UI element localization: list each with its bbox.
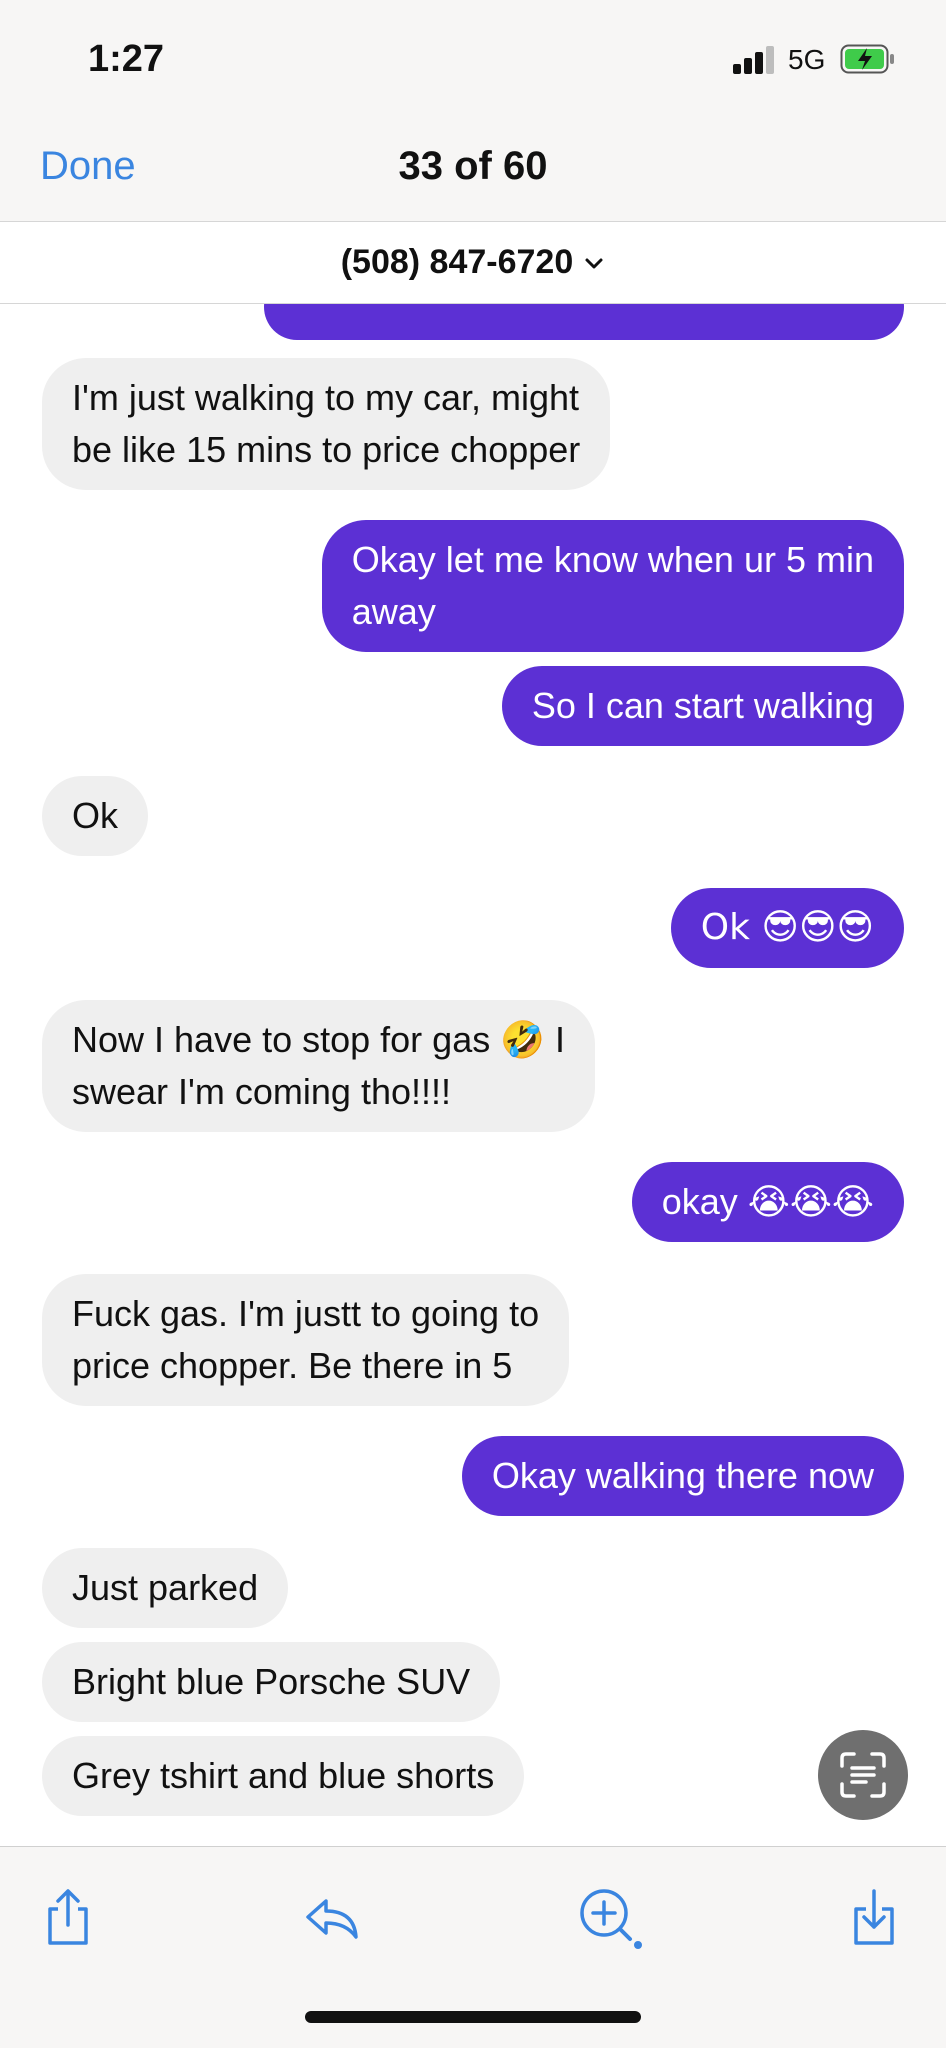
message-line: be like 15 mins to price chopper bbox=[72, 429, 581, 470]
message-thread[interactable]: I'm just walking to my car, might be lik… bbox=[0, 304, 946, 1846]
message-line: Fuck gas. I'm justt to going to bbox=[72, 1293, 540, 1334]
message-bubble: Ok bbox=[42, 776, 149, 856]
message-bubble: Grey tshirt and blue shorts bbox=[42, 1736, 525, 1816]
share-icon[interactable] bbox=[38, 1885, 98, 1949]
message-bubble: I'm just walking to my car, might be lik… bbox=[42, 358, 611, 490]
signal-icon bbox=[733, 46, 775, 74]
message-line: Okay let me know when ur 5 min bbox=[351, 539, 874, 580]
message-bubble: Fuck gas. I'm justt to going to price ch… bbox=[42, 1274, 570, 1406]
home-indicator[interactable] bbox=[305, 2011, 641, 2023]
message-line: okay 😭😭😭 bbox=[661, 1181, 874, 1222]
reply-icon[interactable] bbox=[302, 1885, 362, 1949]
text-scan-icon bbox=[840, 1752, 886, 1798]
message-bubble: Just parked bbox=[42, 1548, 289, 1628]
message-bubble: Bright blue Porsche SUV bbox=[42, 1642, 501, 1722]
battery-charging-icon bbox=[840, 44, 896, 74]
page-counter: 33 of 60 bbox=[398, 144, 548, 188]
message-line: Just parked bbox=[72, 1567, 259, 1608]
message-line: Ok bbox=[72, 795, 119, 836]
viewer-header: Done 33 of 60 bbox=[0, 120, 946, 222]
network-label: 5G bbox=[788, 44, 826, 75]
message-line: Okay walking there now bbox=[491, 1455, 874, 1496]
message-bubble: okay 😭😭😭 bbox=[631, 1162, 904, 1242]
message-bubble: So I can start walking bbox=[501, 666, 904, 746]
zoom-in-icon[interactable] bbox=[576, 1885, 646, 1949]
message-line: Ok 😎😎😎 bbox=[700, 907, 874, 948]
message-line: Bright blue Porsche SUV bbox=[72, 1661, 471, 1702]
message-line: away bbox=[351, 591, 436, 632]
contact-phone: (508) 847-6720 bbox=[340, 243, 574, 281]
message-bubble: Okay let me know when ur 5 min away bbox=[321, 520, 904, 652]
chevron-down-icon bbox=[583, 252, 605, 274]
status-bar: 1:27 5G bbox=[0, 0, 946, 120]
message-line: price chopper. Be there in 5 bbox=[72, 1345, 513, 1386]
message-bubble: Ok 😎😎😎 bbox=[670, 888, 904, 968]
message-line: So I can start walking bbox=[531, 685, 874, 726]
save-icon[interactable] bbox=[846, 1885, 906, 1949]
message-bubble: Okay walking there now bbox=[461, 1436, 904, 1516]
message-line: I'm just walking to my car, might bbox=[72, 377, 580, 418]
contact-header[interactable]: (508) 847-6720 bbox=[0, 222, 946, 304]
message-line: Grey tshirt and blue shorts bbox=[72, 1755, 495, 1796]
message-line: swear I'm coming tho!!!! bbox=[72, 1071, 452, 1112]
message-line: Now I have to stop for gas 🤣 I bbox=[72, 1019, 566, 1060]
live-text-scan-button[interactable] bbox=[818, 1730, 908, 1820]
message-bubble-partial bbox=[264, 304, 904, 340]
status-time: 1:27 bbox=[88, 38, 165, 80]
message-bubble: Now I have to stop for gas 🤣 I swear I'm… bbox=[42, 1000, 596, 1132]
